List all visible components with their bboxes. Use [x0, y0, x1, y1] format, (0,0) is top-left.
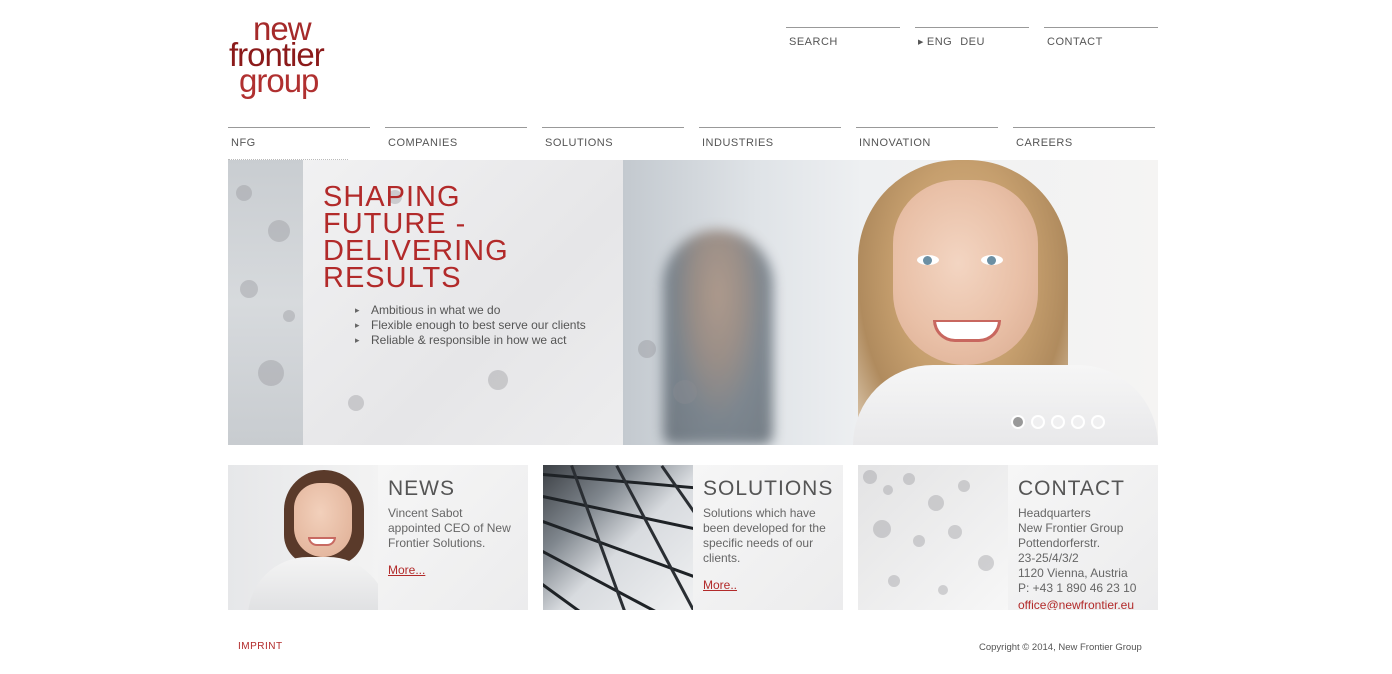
contact-phone: P: +43 1 890 46 23 10: [1018, 581, 1137, 595]
slider-dot-4[interactable]: [1071, 415, 1085, 429]
nav-item-innovation[interactable]: INNOVATION: [856, 127, 998, 160]
hero-bullet-list: Ambitious in what we do Flexible enough …: [355, 303, 586, 348]
molecule-decoration: [888, 575, 900, 587]
news-more-link[interactable]: More...: [388, 563, 425, 577]
eye-image: [981, 255, 1003, 265]
solutions-teaser: SOLUTIONS Solutions which have been deve…: [543, 465, 843, 610]
contact-teaser: CONTACT Headquarters New Frontier Group …: [858, 465, 1158, 610]
nav-item-label: INNOVATION: [859, 137, 931, 149]
hero-decorative-strip: [228, 160, 303, 445]
solutions-teaser-body: SOLUTIONS Solutions which have been deve…: [693, 465, 843, 610]
contact-address-line: Pottendorferstr.: [1018, 536, 1101, 550]
slider-dot-3[interactable]: [1051, 415, 1065, 429]
architecture-beam: [570, 465, 642, 610]
nav-item-label: NFG: [231, 137, 256, 149]
jacket-image: [248, 557, 388, 610]
hero-slider: SHAPING FUTURE - DELIVERING RESULTS Ambi…: [228, 160, 1158, 445]
news-teaser-text: Vincent Sabot appointed CEO of New Front…: [388, 506, 511, 550]
molecule-decoration: [903, 473, 915, 485]
nav-item-label: COMPANIES: [388, 137, 458, 149]
slider-dot-2[interactable]: [1031, 415, 1045, 429]
contact-teaser-title: CONTACT: [1018, 477, 1125, 500]
search-label: SEARCH: [789, 36, 838, 48]
contact-link[interactable]: CONTACT: [1044, 27, 1158, 57]
hero-bullet: Reliable & responsible in how we act: [355, 333, 586, 348]
woman-face-image: [893, 180, 1038, 365]
molecule-decoration: [268, 220, 290, 242]
main-navigation: NFG COMPANIES SOLUTIONS INDUSTRIES INNOV…: [228, 127, 1158, 160]
hero-headline: SHAPING FUTURE - DELIVERING RESULTS: [323, 181, 623, 294]
nav-item-companies[interactable]: COMPANIES: [385, 127, 527, 160]
molecule-decoration: [978, 555, 994, 571]
molecule-decoration: [928, 495, 944, 511]
hero-headline-line2: FUTURE -: [323, 208, 467, 240]
molecule-decoration: [488, 370, 508, 390]
molecule-decoration: [958, 480, 970, 492]
contact-teaser-image: [858, 465, 1008, 610]
language-switcher: ▶ ENG DEU: [915, 27, 1029, 57]
search-link[interactable]: SEARCH: [786, 27, 900, 57]
logo-text-line3: group: [239, 62, 319, 99]
contact-address-line: 1120 Vienna, Austria: [1018, 566, 1128, 580]
company-logo[interactable]: new frontier group: [229, 12, 369, 106]
lang-deu-link[interactable]: DEU: [960, 36, 985, 48]
molecule-decoration: [948, 525, 962, 539]
contact-address-line: 23-25/4/3/2: [1018, 551, 1079, 565]
contact-address-line: New Frontier Group: [1018, 521, 1124, 535]
hero-bullet: Flexible enough to best serve our client…: [355, 318, 586, 333]
imprint-link[interactable]: IMPRINT: [238, 641, 283, 652]
contact-teaser-body: CONTACT Headquarters New Frontier Group …: [1008, 465, 1158, 610]
molecule-decoration: [638, 340, 656, 358]
arrow-right-icon: ▶: [918, 39, 924, 46]
solutions-teaser-image: [543, 465, 778, 610]
nav-item-label: INDUSTRIES: [702, 137, 774, 149]
molecule-decoration: [863, 470, 877, 484]
hero-photo: [623, 160, 1158, 445]
hero-headline-line4: RESULTS: [323, 262, 462, 294]
molecule-decoration: [883, 485, 893, 495]
molecule-decoration: [913, 535, 925, 547]
molecule-decoration: [258, 360, 284, 386]
hero-headline-line1: SHAPING: [323, 181, 461, 213]
solutions-teaser-title: SOLUTIONS: [703, 477, 834, 500]
hero-bullet: Ambitious in what we do: [355, 303, 586, 318]
nav-item-solutions[interactable]: SOLUTIONS: [542, 127, 684, 160]
news-teaser: NEWS Vincent Sabot appointed CEO of New …: [228, 465, 528, 610]
nav-item-label: CAREERS: [1016, 137, 1073, 149]
molecule-decoration: [240, 280, 258, 298]
contact-label: CONTACT: [1047, 36, 1103, 48]
solutions-more-link[interactable]: More..: [703, 578, 737, 592]
shirt-image: [853, 365, 1158, 445]
slider-pagination: [1011, 415, 1111, 431]
lang-eng-link[interactable]: ENG: [927, 36, 952, 48]
nav-item-industries[interactable]: INDUSTRIES: [699, 127, 841, 160]
molecule-decoration: [348, 395, 364, 411]
solutions-teaser-text: Solutions which have been developed for …: [703, 506, 826, 565]
smile-image: [933, 320, 1001, 342]
slider-dot-1[interactable]: [1011, 415, 1025, 429]
copyright-text: Copyright © 2014, New Frontier Group: [979, 642, 1142, 653]
nav-item-nfg[interactable]: NFG: [228, 127, 370, 160]
hero-headline-line3: DELIVERING: [323, 235, 509, 267]
architecture-beam: [543, 520, 703, 581]
molecule-decoration: [236, 185, 252, 201]
molecule-decoration: [938, 585, 948, 595]
contact-address-line: Headquarters: [1018, 506, 1091, 520]
molecule-decoration: [873, 520, 891, 538]
contact-email-link[interactable]: office@newfrontier.eu: [1018, 598, 1134, 610]
news-teaser-image: [228, 465, 388, 610]
nav-item-careers[interactable]: CAREERS: [1013, 127, 1155, 160]
nav-item-label: SOLUTIONS: [545, 137, 614, 149]
molecule-decoration: [673, 380, 697, 404]
molecule-decoration: [283, 310, 295, 322]
slider-dot-5[interactable]: [1091, 415, 1105, 429]
background-person-image: [663, 230, 773, 445]
eye-image: [917, 255, 939, 265]
news-teaser-title: NEWS: [388, 477, 455, 500]
news-teaser-body: NEWS Vincent Sabot appointed CEO of New …: [378, 465, 528, 610]
